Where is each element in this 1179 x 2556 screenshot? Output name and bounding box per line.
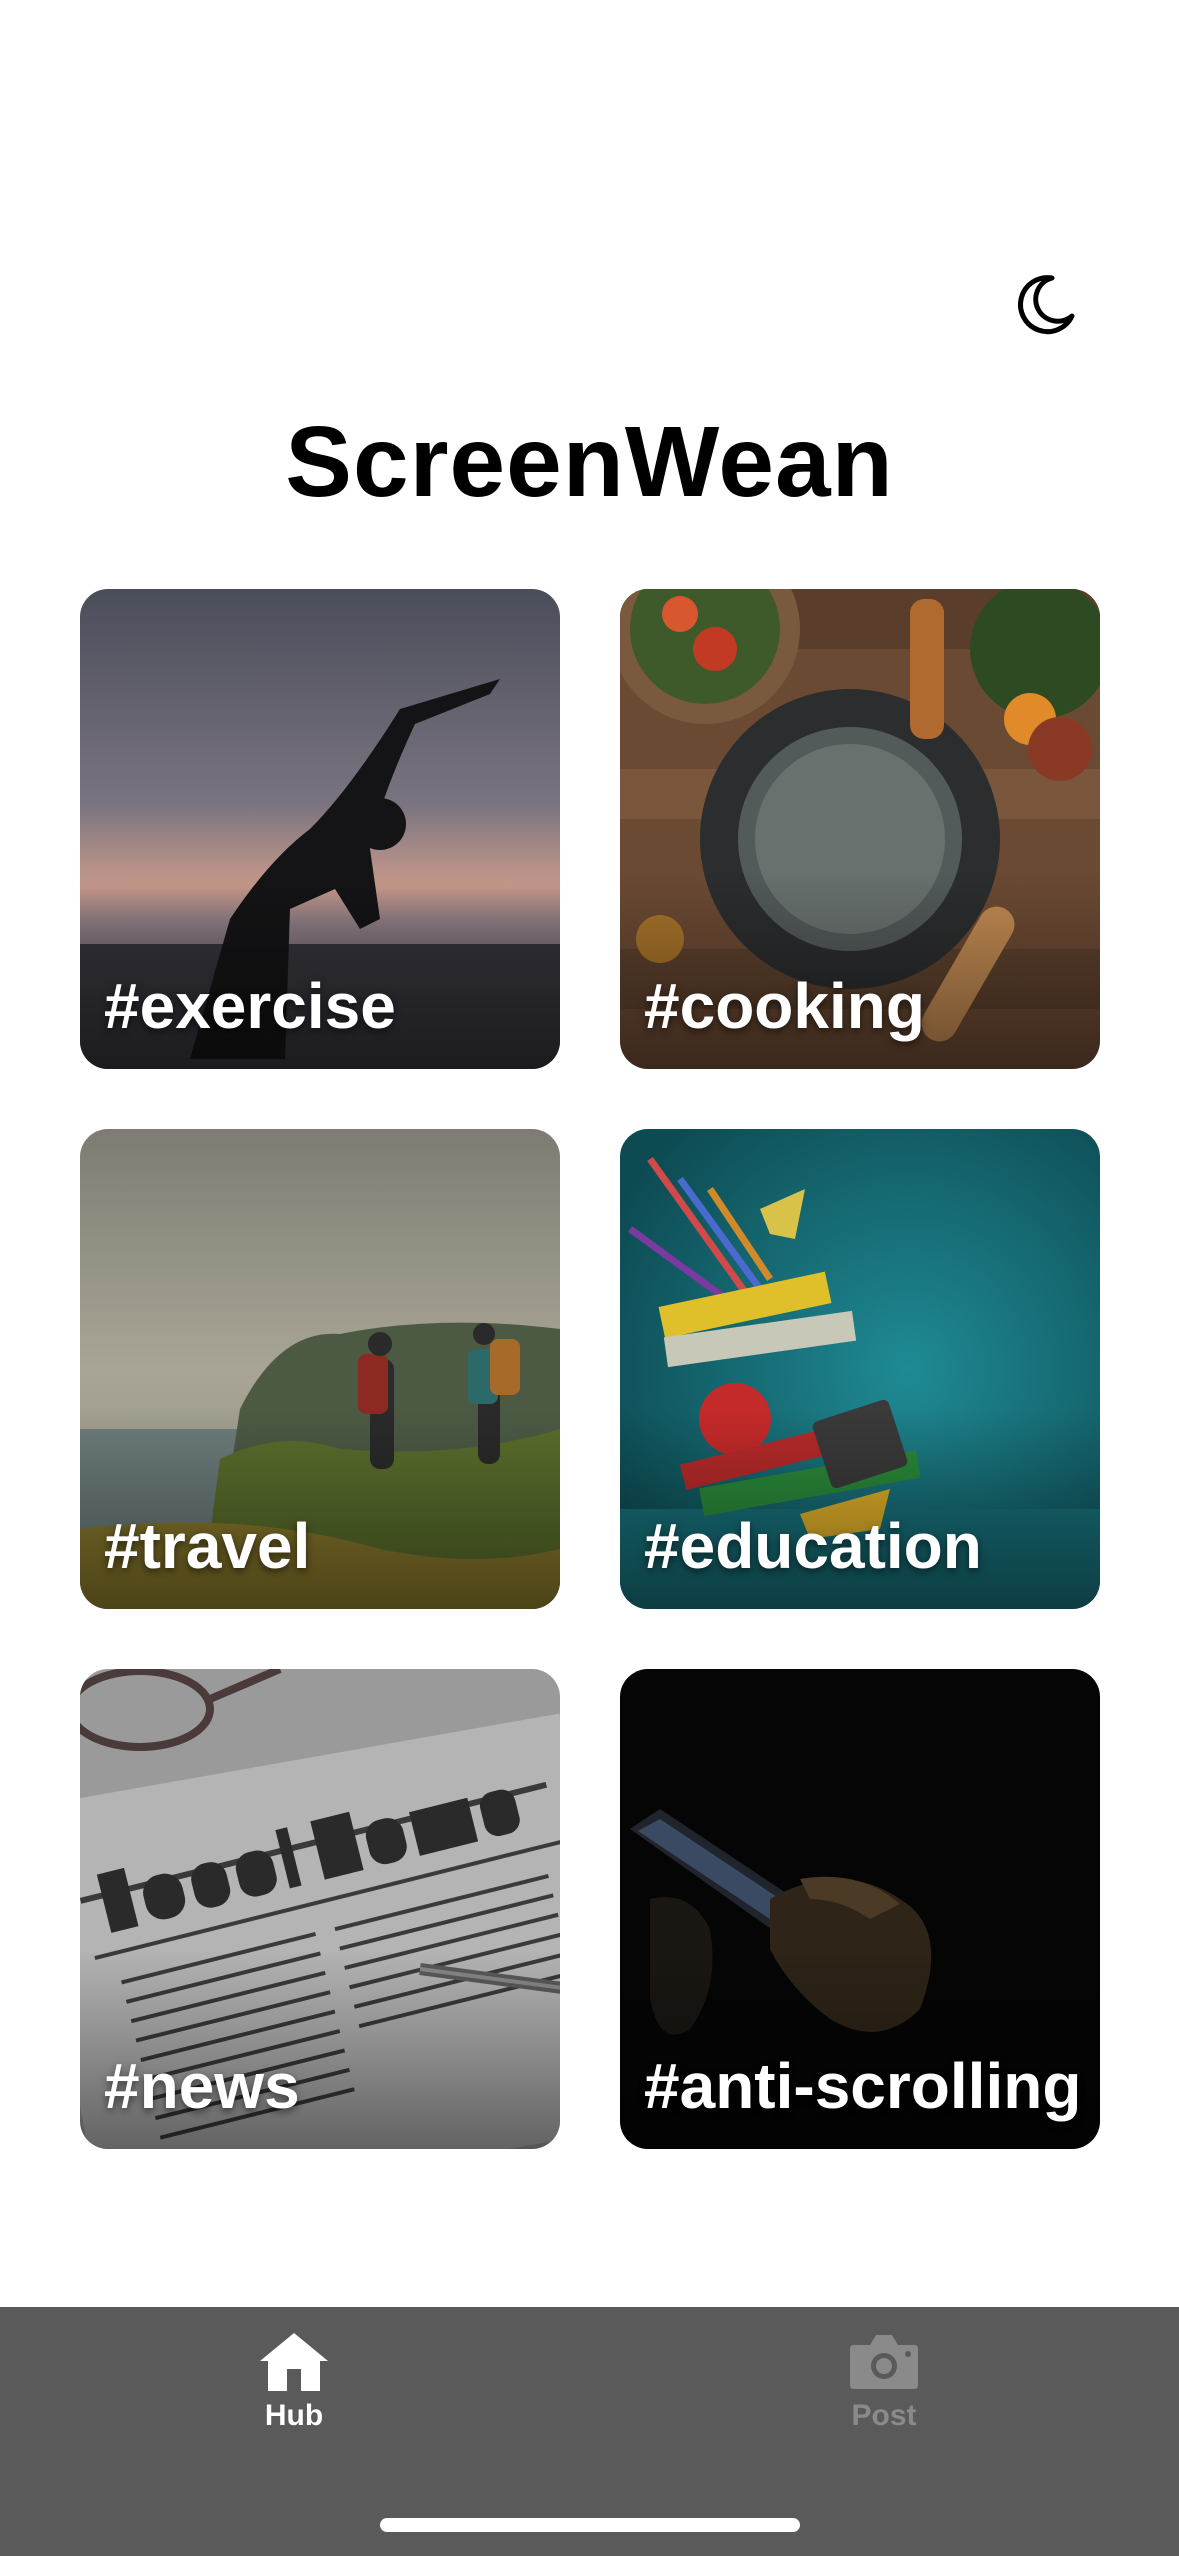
category-tile-exercise[interactable]: #exercise: [80, 589, 560, 1069]
category-tag: #cooking: [644, 970, 925, 1042]
category-tag: #education: [644, 1510, 982, 1582]
category-tile-travel[interactable]: #travel: [80, 1129, 560, 1609]
home-indicator: [380, 2518, 800, 2532]
category-tile-news[interactable]: #news: [80, 1669, 560, 2149]
tab-hub[interactable]: Hub: [194, 2327, 394, 2467]
tab-post[interactable]: Post: [784, 2327, 984, 2467]
home-icon: [260, 2333, 328, 2391]
category-tile-education[interactable]: #education: [620, 1129, 1100, 1609]
category-tag: #travel: [104, 1510, 311, 1582]
tab-label: Post: [851, 2399, 917, 2432]
app-title: ScreenWean: [285, 406, 894, 518]
theme-toggle-button[interactable]: [1010, 270, 1080, 340]
category-tag: #anti-scrolling: [644, 2050, 1082, 2122]
moon-icon: [1018, 275, 1075, 335]
camera-icon: [850, 2335, 918, 2389]
tab-label: Hub: [264, 2399, 324, 2432]
category-tile-cooking[interactable]: #cooking: [620, 589, 1100, 1069]
category-tag: #exercise: [104, 970, 396, 1042]
category-tile-anti-scrolling[interactable]: #anti-scrolling: [620, 1669, 1100, 2149]
category-tag: #news: [104, 2050, 300, 2122]
